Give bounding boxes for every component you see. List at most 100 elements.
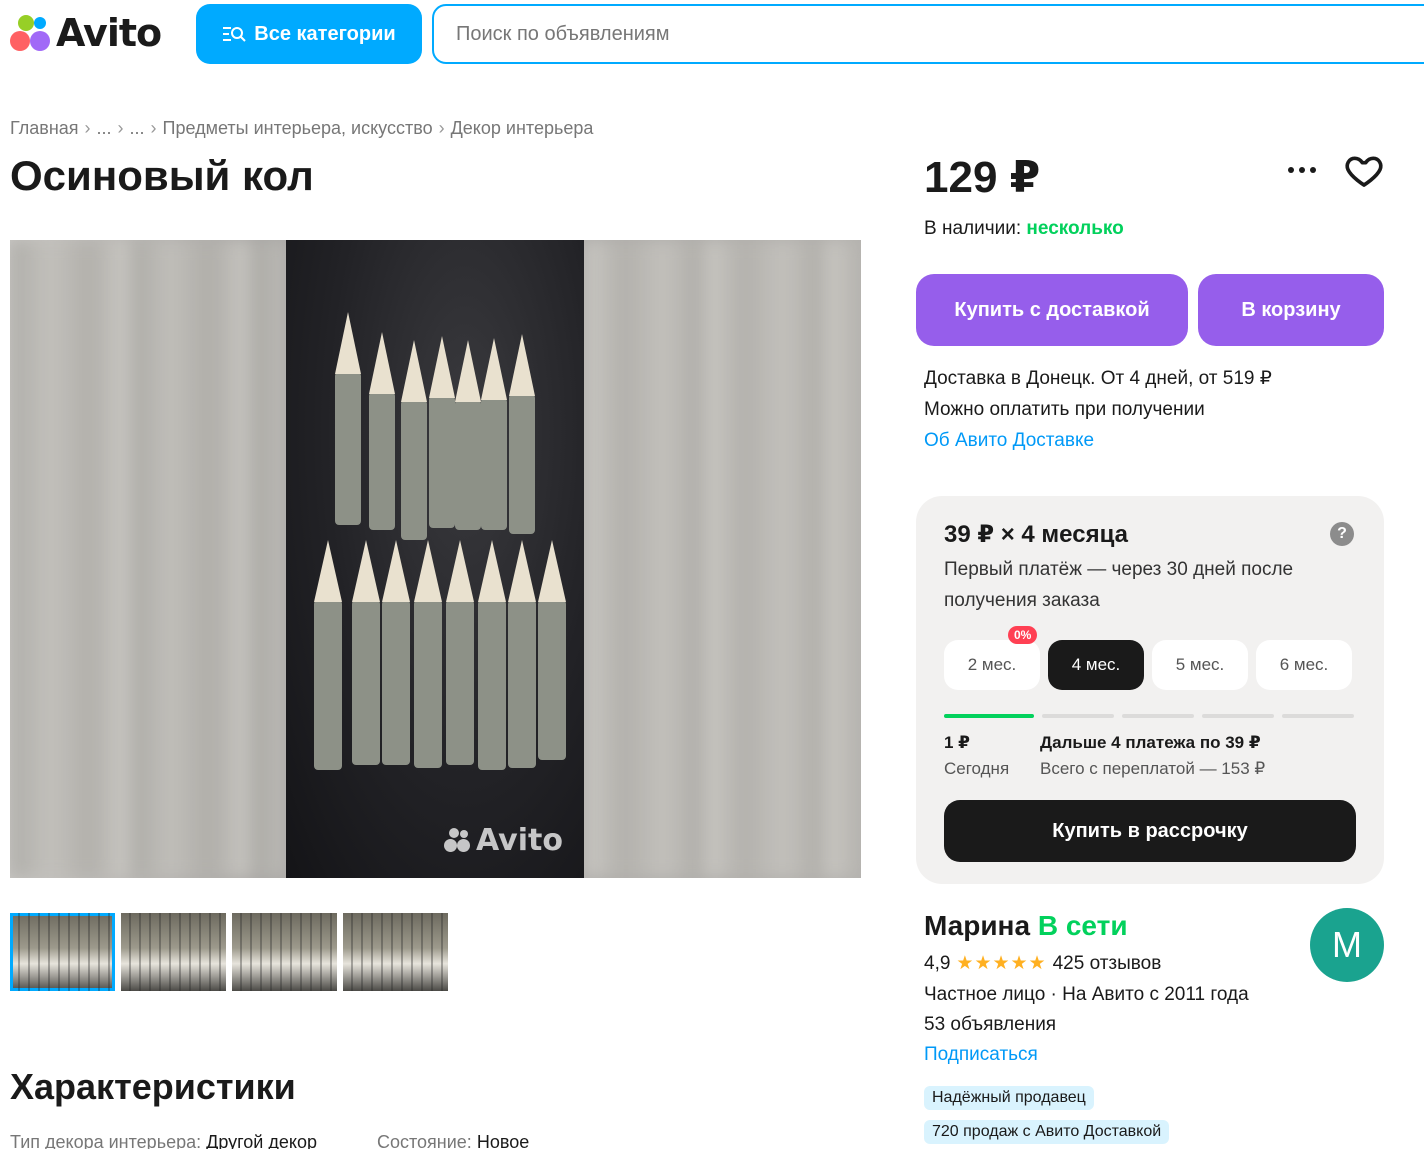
favorite-heart-icon[interactable]: [1344, 150, 1384, 190]
breadcrumb-item-decor[interactable]: Декор интерьера: [451, 118, 594, 139]
thumbnail[interactable]: [10, 913, 115, 991]
avatar[interactable]: M: [1310, 908, 1384, 982]
avito-dots-icon: [8, 11, 52, 55]
breadcrumb-separator: ›: [150, 118, 157, 138]
more-options-icon[interactable]: [1284, 152, 1320, 188]
aspen-stakes-illustration: [314, 312, 566, 770]
stake-body: [429, 396, 455, 528]
add-to-cart-button[interactable]: В корзину: [1198, 274, 1384, 346]
logo-text: Avito: [56, 11, 162, 55]
breadcrumb-separator: ›: [84, 118, 91, 138]
stake-body: [401, 400, 427, 540]
term-label: 6 мес.: [1279, 655, 1329, 674]
stake-tip: [382, 540, 410, 602]
sales-count-badge: 720 продаж с Авито Доставкой: [924, 1120, 1170, 1144]
progress-segment: [1282, 714, 1354, 718]
stake-tip: [414, 540, 442, 602]
installment-card: 39 ₽ × 4 месяца ? Первый платёж — через …: [916, 496, 1384, 884]
term-option-4[interactable]: 4 мес.: [1048, 640, 1144, 690]
thumbnail-strip: [10, 913, 448, 991]
avito-logo[interactable]: Avito: [8, 8, 162, 58]
stake-tip: [508, 540, 536, 602]
stake-tip: [478, 540, 506, 602]
term-option-6[interactable]: 6 мес.: [1256, 640, 1352, 690]
stake-body: [414, 600, 442, 768]
all-categories-button[interactable]: Все категории: [196, 4, 422, 64]
thumbnail[interactable]: [121, 913, 226, 991]
breadcrumb-separator: ›: [117, 118, 124, 138]
breadcrumb-item-home[interactable]: Главная: [10, 118, 79, 139]
term-option-2[interactable]: 2 мес. 0%: [944, 626, 1040, 690]
online-status: В сети: [1037, 910, 1128, 941]
avito-watermark-icon: [442, 826, 472, 856]
stake-tip: [538, 540, 566, 602]
product-photo: Avito: [286, 240, 584, 878]
characteristic-value: Новое: [476, 1132, 530, 1149]
thumbnail[interactable]: [232, 913, 337, 991]
subscribe-link[interactable]: Подписаться: [924, 1040, 1249, 1070]
all-categories-label: Все категории: [254, 22, 396, 45]
stake-tip: [446, 540, 474, 602]
progress-segment: [1202, 714, 1274, 718]
star-icons: ★★★★★: [956, 953, 1047, 974]
stake-tip: [314, 540, 342, 602]
page-title: Осиновый кол: [10, 152, 314, 199]
about-delivery-link[interactable]: Об Авито Доставке: [924, 425, 1272, 456]
term-label: 5 мес.: [1175, 655, 1225, 674]
characteristic-key: Тип декора интерьера:: [10, 1132, 202, 1149]
buy-installment-button[interactable]: Купить в рассрочку: [944, 800, 1356, 862]
stake-tip: [481, 338, 507, 400]
zero-percent-badge: 0%: [1008, 626, 1038, 644]
seller-badges: Надёжный продавец 720 продаж с Авито Дос…: [924, 1086, 1170, 1144]
total-with-overpay: Всего с переплатой — 153 ₽: [1040, 759, 1266, 778]
seller-ads-count[interactable]: 53 объявления: [924, 1010, 1249, 1040]
stake-body: [335, 372, 361, 525]
seller-rating: 4,9 ★★★★★ 425 отзывов: [924, 952, 1161, 975]
installment-title: 39 ₽ × 4 месяца: [944, 521, 1128, 548]
first-payment: 1 ₽ Сегодня: [944, 730, 1009, 782]
breadcrumb-item-collapsed[interactable]: ...: [130, 118, 145, 139]
payment-schedule-bar: [944, 714, 1354, 718]
stake-body: [508, 600, 536, 768]
stock-value: несколько: [1026, 218, 1124, 239]
stake-tip: [335, 312, 361, 374]
search-input[interactable]: [456, 22, 1424, 46]
progress-segment: [1122, 714, 1194, 718]
reviews-count[interactable]: 425 отзывов: [1053, 953, 1162, 975]
characteristics-list: Тип декора интерьера: Другой декор Состо…: [10, 1132, 529, 1149]
buy-with-delivery-button[interactable]: Купить с доставкой: [916, 274, 1188, 346]
stake-body: [314, 600, 342, 770]
stake-tip: [509, 334, 535, 396]
photo-blur-right: [584, 240, 861, 878]
payment-on-receipt: Можно оплатить при получении: [924, 399, 1205, 420]
stake-body: [382, 600, 410, 765]
breadcrumb-separator: ›: [438, 118, 445, 138]
stake-tip: [352, 540, 380, 602]
main-photo[interactable]: Avito: [10, 240, 861, 878]
seller-name: Марина В сети: [924, 910, 1128, 942]
characteristic-key: Состояние:: [376, 1132, 472, 1149]
first-payment-label: Сегодня: [944, 759, 1010, 778]
stock-status: В наличии: несколько: [924, 218, 1124, 240]
photo-watermark: Avito: [442, 823, 563, 858]
stake-body: [446, 600, 474, 765]
term-option-5[interactable]: 5 мес.: [1152, 640, 1248, 690]
stake-body: [352, 600, 380, 765]
next-payments-amount: Дальше 4 платежа по 39 ₽: [1040, 733, 1261, 752]
stock-label: В наличии:: [924, 218, 1022, 239]
stake-tip: [401, 340, 427, 402]
help-icon[interactable]: ?: [1330, 522, 1354, 546]
price: 129 ₽: [924, 153, 1041, 202]
rating-value: 4,9: [924, 952, 951, 974]
search-box[interactable]: [432, 4, 1424, 64]
term-label: 2 мес.: [967, 655, 1017, 674]
breadcrumb-item-interior[interactable]: Предметы интерьера, искусство: [163, 118, 433, 139]
delivery-info: Доставка в Донецк. От 4 дней, от 519 ₽ М…: [924, 363, 1272, 456]
search-menu-icon: [223, 27, 247, 42]
breadcrumb: Главная › ... › ... › Предметы интерьера…: [10, 118, 593, 139]
seller-name-text[interactable]: Марина: [924, 910, 1030, 941]
thumbnail[interactable]: [343, 913, 448, 991]
delivery-terms: Доставка в Донецк. От 4 дней, от 519 ₽: [924, 368, 1272, 389]
stake-body: [481, 398, 507, 530]
breadcrumb-item-collapsed[interactable]: ...: [97, 118, 112, 139]
